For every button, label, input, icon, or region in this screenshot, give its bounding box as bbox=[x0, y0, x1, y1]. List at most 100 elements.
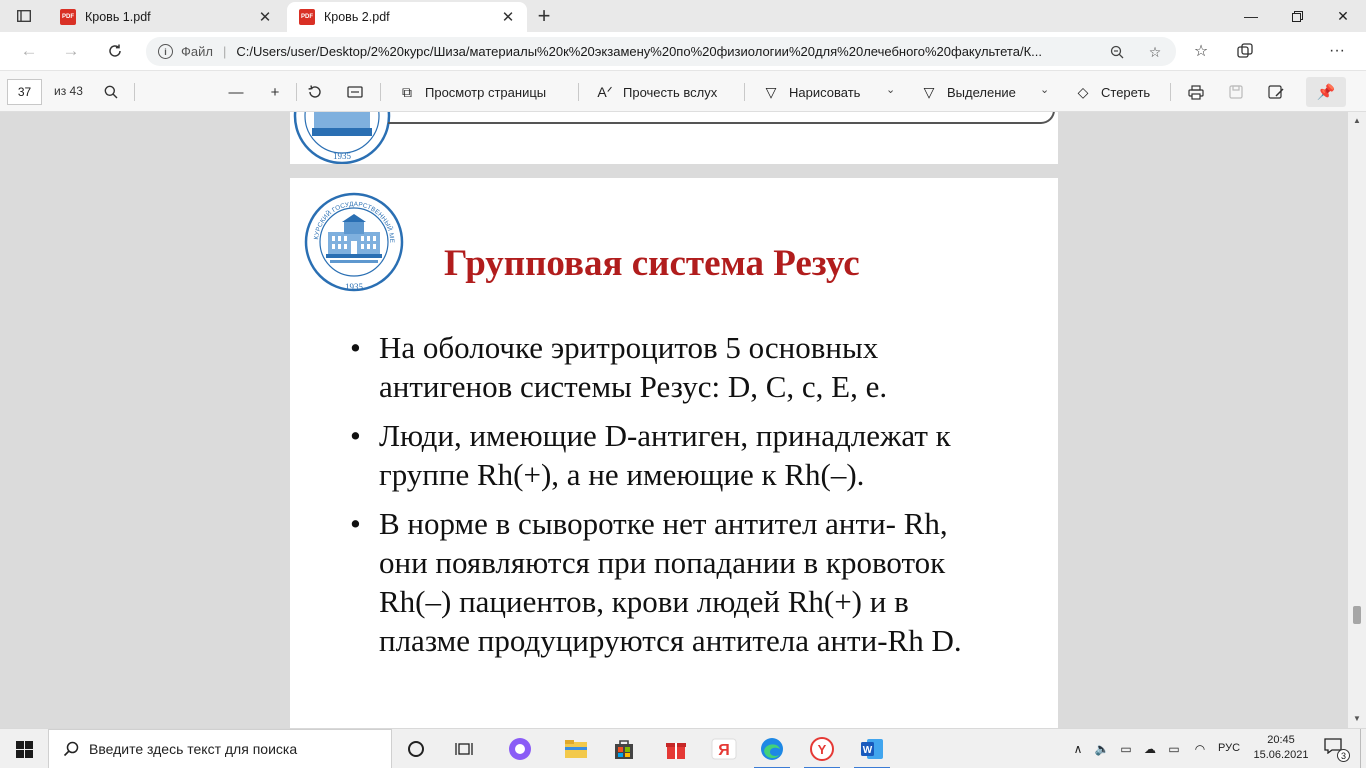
url-separator: | bbox=[222, 44, 227, 59]
start-button[interactable] bbox=[0, 729, 48, 768]
draw-button[interactable]: ▽ Нарисовать bbox=[762, 81, 861, 103]
new-tab-button[interactable]: + bbox=[533, 3, 555, 28]
scheme-label: Файл bbox=[181, 44, 213, 59]
yandex-icon[interactable]: Я bbox=[700, 729, 748, 768]
save-icon[interactable] bbox=[1225, 81, 1247, 103]
cloud-icon[interactable]: ☁ bbox=[1141, 740, 1159, 758]
pdf-viewer[interactable]: 1935 КУРСКИЙ ГОСУДАРСТВЕННЫЙ МЕДИЦИНСКИЙ… bbox=[0, 112, 1348, 728]
eraser-icon: ◇ bbox=[1077, 83, 1089, 100]
edge-icon[interactable] bbox=[748, 729, 796, 768]
bullet-line: плазме продуцируются антитела анти-Rh D. bbox=[379, 623, 962, 658]
touchpad-icon[interactable]: ▭ bbox=[1117, 740, 1135, 758]
highlight-button[interactable]: ▽ Выделение bbox=[920, 81, 1016, 103]
scrollbar-thumb[interactable] bbox=[1353, 606, 1361, 624]
scroll-up-icon[interactable]: ▲ bbox=[1352, 116, 1362, 126]
zoom-icon[interactable] bbox=[1106, 43, 1128, 61]
minimize-button[interactable]: — bbox=[1228, 0, 1274, 32]
battery-icon[interactable]: ▭ bbox=[1165, 740, 1183, 758]
timeline-icon[interactable] bbox=[440, 729, 488, 768]
svg-text:Y: Y bbox=[818, 742, 827, 757]
tab-title: Кровь 1.pdf bbox=[85, 10, 151, 24]
close-icon[interactable]: ✕ bbox=[256, 8, 274, 26]
wifi-icon[interactable]: ◠ bbox=[1191, 740, 1209, 758]
close-window-button[interactable]: ✕ bbox=[1320, 0, 1366, 32]
print-icon[interactable] bbox=[1185, 81, 1207, 103]
taskbar-search[interactable] bbox=[48, 729, 392, 768]
page-total: из 43 bbox=[54, 84, 83, 98]
search-icon bbox=[63, 741, 79, 757]
toolbar-divider bbox=[744, 83, 745, 101]
clock-date: 15.06.2021 bbox=[1253, 749, 1309, 761]
favorites-icon[interactable]: ☆ bbox=[1188, 39, 1214, 63]
university-logo: 1935 bbox=[292, 112, 392, 164]
task-view-icon[interactable] bbox=[392, 729, 440, 768]
address-bar[interactable]: i Файл | C:/Users/user/Desktop/2%20курс/… bbox=[146, 37, 1176, 66]
rotate-icon[interactable] bbox=[304, 81, 326, 103]
chevron-up-icon[interactable]: ∧ bbox=[1069, 740, 1087, 758]
pdf-page-previous: 1935 bbox=[290, 112, 1058, 164]
bullet-icon: • bbox=[350, 418, 361, 453]
pin-toolbar-icon[interactable]: 📌 bbox=[1306, 77, 1346, 107]
tab-krov-1[interactable]: PDF Кровь 1.pdf ✕ bbox=[48, 2, 284, 32]
svg-text:Я: Я bbox=[718, 742, 730, 759]
more-menu-icon[interactable]: ··· bbox=[1324, 39, 1350, 63]
back-button[interactable]: ← bbox=[16, 39, 42, 63]
zoom-out-icon[interactable]: — bbox=[225, 81, 247, 103]
svg-text:W: W bbox=[863, 745, 873, 756]
tab-krov-2[interactable]: PDF Кровь 2.pdf ✕ bbox=[287, 2, 527, 32]
save-as-icon[interactable] bbox=[1265, 81, 1287, 103]
bullet-line: антигенов системы Резус: D, C, c, E, e. bbox=[379, 369, 888, 404]
search-input[interactable] bbox=[89, 741, 379, 757]
page-view-label: Просмотр страницы bbox=[425, 84, 547, 100]
alice-assistant-icon[interactable] bbox=[496, 729, 544, 768]
add-favorite-icon[interactable]: ☆ bbox=[1144, 43, 1166, 61]
scroll-down-icon[interactable]: ▼ bbox=[1352, 714, 1362, 724]
url-text[interactable]: C:/Users/user/Desktop/2%20курс/Шиза/мате… bbox=[236, 44, 1096, 59]
chevron-down-icon[interactable]: ⌄ bbox=[886, 83, 895, 96]
refresh-button[interactable] bbox=[102, 39, 128, 63]
yandex-browser-icon[interactable]: Y bbox=[798, 729, 846, 768]
language-indicator[interactable]: РУС bbox=[1218, 742, 1240, 754]
bullet-line: группе Rh(+), а не имеющие к Rh(–). bbox=[379, 457, 865, 492]
bullet-line: Люди, имеющие D-антиген, принадлежат к bbox=[379, 418, 951, 453]
volume-icon[interactable]: 🔈 bbox=[1093, 740, 1111, 758]
vertical-scrollbar[interactable]: ▲ ▼ bbox=[1348, 112, 1366, 728]
pdf-icon: PDF bbox=[60, 9, 76, 25]
list-item: • В норме в сыворотке нет антител анти- … bbox=[350, 504, 1030, 660]
word-icon[interactable]: W bbox=[848, 729, 896, 768]
notification-center-button[interactable]: 3 bbox=[1324, 738, 1350, 762]
clock-time: 20:45 bbox=[1267, 734, 1295, 746]
file-explorer-icon[interactable] bbox=[552, 729, 600, 768]
show-desktop-button[interactable] bbox=[1360, 729, 1366, 768]
forward-button[interactable]: → bbox=[58, 39, 84, 63]
toolbar-divider bbox=[134, 83, 135, 101]
windows-icon bbox=[15, 740, 33, 758]
gift-icon[interactable] bbox=[652, 729, 700, 768]
toolbar-divider bbox=[380, 83, 381, 101]
collections-icon[interactable] bbox=[1232, 39, 1258, 63]
fit-width-icon[interactable] bbox=[344, 81, 366, 103]
search-icon[interactable] bbox=[100, 81, 122, 103]
chevron-down-icon[interactable]: ⌄ bbox=[1040, 83, 1049, 96]
erase-button[interactable]: ◇ Стереть bbox=[1074, 81, 1151, 103]
tab-title: Кровь 2.pdf bbox=[324, 10, 390, 24]
store-icon[interactable] bbox=[600, 729, 648, 768]
close-icon[interactable]: ✕ bbox=[499, 8, 517, 26]
clock[interactable]: 20:45 15.06.2021 bbox=[1248, 733, 1314, 763]
page-number-input[interactable]: 37 bbox=[7, 79, 42, 105]
bullet-line: На оболочке эритроцитов 5 основных bbox=[379, 330, 879, 365]
restore-button[interactable] bbox=[1274, 0, 1320, 32]
tab-actions-icon[interactable] bbox=[10, 6, 38, 26]
logo-year: 1935 bbox=[345, 282, 364, 292]
page-view-button[interactable]: ⧉ Просмотр страницы bbox=[398, 81, 546, 103]
pdf-page-current: КУРСКИЙ ГОСУДАРСТВЕННЫЙ МЕДИЦИНСКИЙ УНИВ… bbox=[290, 178, 1058, 728]
zoom-in-icon[interactable]: + bbox=[264, 81, 286, 103]
info-icon[interactable]: i bbox=[158, 44, 173, 59]
bullet-line: они появляются при попадании в кровоток bbox=[379, 545, 946, 580]
list-item: • На оболочке эритроцитов 5 основных ант… bbox=[350, 328, 1030, 406]
bullet-icon: • bbox=[350, 330, 361, 365]
read-aloud-button[interactable]: Aᐟ Прочесть вслух bbox=[596, 81, 717, 103]
page-frame bbox=[388, 112, 1055, 124]
pdf-toolbar: 37 из 43 — + ⧉ Просмотр страницы Aᐟ Проч… bbox=[0, 70, 1366, 112]
pdf-icon: PDF bbox=[299, 9, 315, 25]
